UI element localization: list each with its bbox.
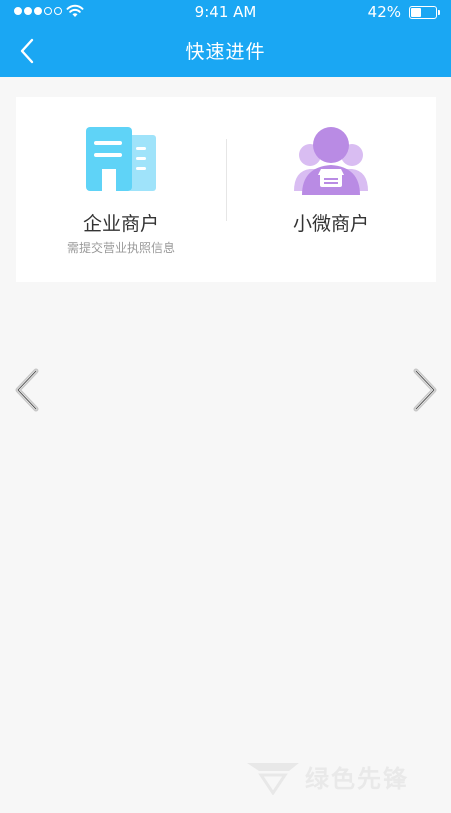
page-title: 快速进件 <box>185 41 266 63</box>
watermark-logo-icon <box>247 763 299 796</box>
shop-person-icon <box>294 127 368 195</box>
micro-merchant-option[interactable]: 小微商户 <box>226 97 436 282</box>
carousel-next-button[interactable] <box>410 367 440 413</box>
status-bar: 9:41 AM 42% <box>0 0 451 24</box>
chevron-right-icon <box>413 368 437 412</box>
watermark: 绿色先锋 <box>245 757 445 797</box>
enterprise-merchant-title: 企业商户 <box>82 213 159 235</box>
watermark-text: 绿色先锋 <box>305 765 409 793</box>
battery-percent: 42% <box>367 3 401 21</box>
enterprise-merchant-subtitle: 需提交营业执照信息 <box>66 241 175 255</box>
enterprise-merchant-option[interactable]: 企业商户 需提交营业执照信息 <box>16 97 226 282</box>
building-icon <box>86 127 156 191</box>
chevron-left-icon <box>15 368 39 412</box>
battery-tip <box>438 10 440 15</box>
battery-icon <box>409 6 437 19</box>
micro-merchant-title: 小微商户 <box>292 213 369 235</box>
merchant-type-card: 企业商户 需提交营业执照信息 小微商户 <box>16 97 436 282</box>
battery-fill <box>411 8 421 17</box>
carousel-prev-button[interactable] <box>12 367 42 413</box>
app-header: 9:41 AM 42% 快速进件 <box>0 0 451 77</box>
